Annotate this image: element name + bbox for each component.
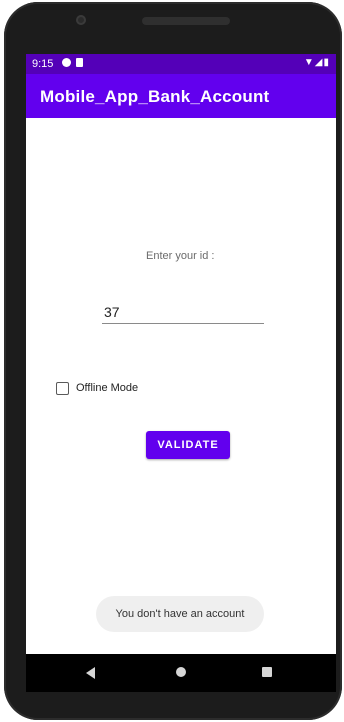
status-time: 9:15 (32, 58, 54, 70)
app-screen: 9:15 ▼◢▮ Mobile_App_Bank_Account Enter y… (26, 54, 336, 654)
id-prompt-label: Enter your id : (146, 250, 215, 262)
system-nav-bar (26, 654, 336, 692)
earpiece-speaker (142, 17, 230, 25)
toast-message: You don't have an account (96, 596, 264, 632)
status-sd-icon (76, 58, 83, 67)
phone-frame: 9:15 ▼◢▮ Mobile_App_Bank_Account Enter y… (4, 2, 342, 720)
checkbox-icon[interactable] (56, 382, 69, 395)
offline-mode-label[interactable]: Offline Mode (76, 382, 138, 394)
front-camera (76, 15, 86, 25)
recents-icon[interactable] (262, 667, 272, 677)
app-title: Mobile_App_Bank_Account (40, 87, 270, 106)
status-notification-icon (62, 58, 71, 67)
status-signal-icons: ▼◢▮ (303, 57, 330, 68)
status-bar: 9:15 ▼◢▮ (26, 54, 336, 74)
validate-button[interactable]: VALIDATE (146, 431, 230, 459)
app-bar: Mobile_App_Bank_Account (26, 74, 336, 118)
home-icon[interactable] (176, 667, 186, 677)
id-input[interactable] (102, 302, 264, 324)
back-icon[interactable] (86, 667, 95, 679)
